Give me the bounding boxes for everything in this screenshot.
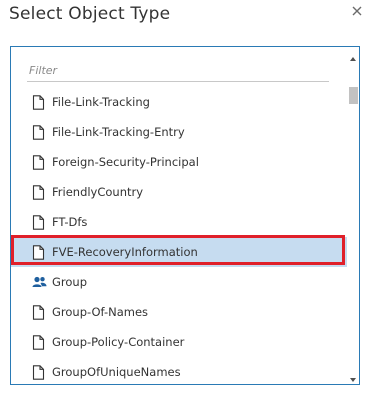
scroll-up-arrow-icon[interactable] (347, 50, 359, 62)
object-type-items: File-Link-Tracking File-Link-Tracking-Ent… (11, 87, 347, 384)
list-item[interactable]: Group (11, 267, 347, 297)
group-icon (32, 275, 47, 290)
dialog-title: Select Object Type (9, 4, 171, 24)
filter-input[interactable] (27, 59, 329, 82)
scroll-thumb[interactable] (349, 87, 358, 104)
list-item[interactable]: File-Link-Tracking (11, 87, 347, 117)
document-icon (32, 155, 45, 170)
close-icon[interactable] (349, 3, 365, 19)
list-item-label: File-Link-Tracking (52, 95, 150, 109)
list-item[interactable]: FT-Dfs (11, 207, 347, 237)
document-icon (32, 305, 45, 320)
list-item[interactable]: Foreign-Security-Principal (11, 147, 347, 177)
list-item[interactable]: Group-Policy-Container (11, 327, 347, 357)
list-item[interactable]: FVE-RecoveryInformation (11, 237, 347, 267)
list-item[interactable]: File-Link-Tracking-Entry (11, 117, 347, 147)
list-item[interactable]: Group-Of-Names (11, 297, 347, 327)
list-item-label: Group-Of-Names (52, 305, 149, 319)
document-icon (32, 185, 45, 200)
document-icon (32, 125, 45, 140)
vertical-scrollbar[interactable] (347, 47, 359, 384)
scroll-down-arrow-icon[interactable] (347, 371, 359, 383)
document-icon (32, 95, 45, 110)
document-icon (32, 335, 45, 350)
document-icon (32, 245, 45, 260)
list-item-label: GroupOfUniqueNames (52, 365, 181, 379)
list-item-label: Foreign-Security-Principal (52, 155, 199, 169)
object-type-list: File-Link-Tracking File-Link-Tracking-Ent… (10, 46, 360, 385)
list-item-label: Group-Policy-Container (52, 335, 185, 349)
select-object-type-dialog: Select Object Type File-Link-TrackingFil… (0, 0, 373, 395)
list-item-label: FriendlyCountry (52, 185, 144, 199)
document-icon (32, 215, 45, 230)
list-item[interactable]: FriendlyCountry (11, 177, 347, 207)
list-item-label: Group (52, 275, 88, 289)
list-item-label: FVE-RecoveryInformation (52, 245, 198, 259)
list-item-label: File-Link-Tracking-Entry (52, 125, 185, 139)
list-item-label: FT-Dfs (52, 215, 88, 229)
list-item[interactable]: GroupOfUniqueNames (11, 357, 347, 384)
document-icon (32, 365, 45, 380)
